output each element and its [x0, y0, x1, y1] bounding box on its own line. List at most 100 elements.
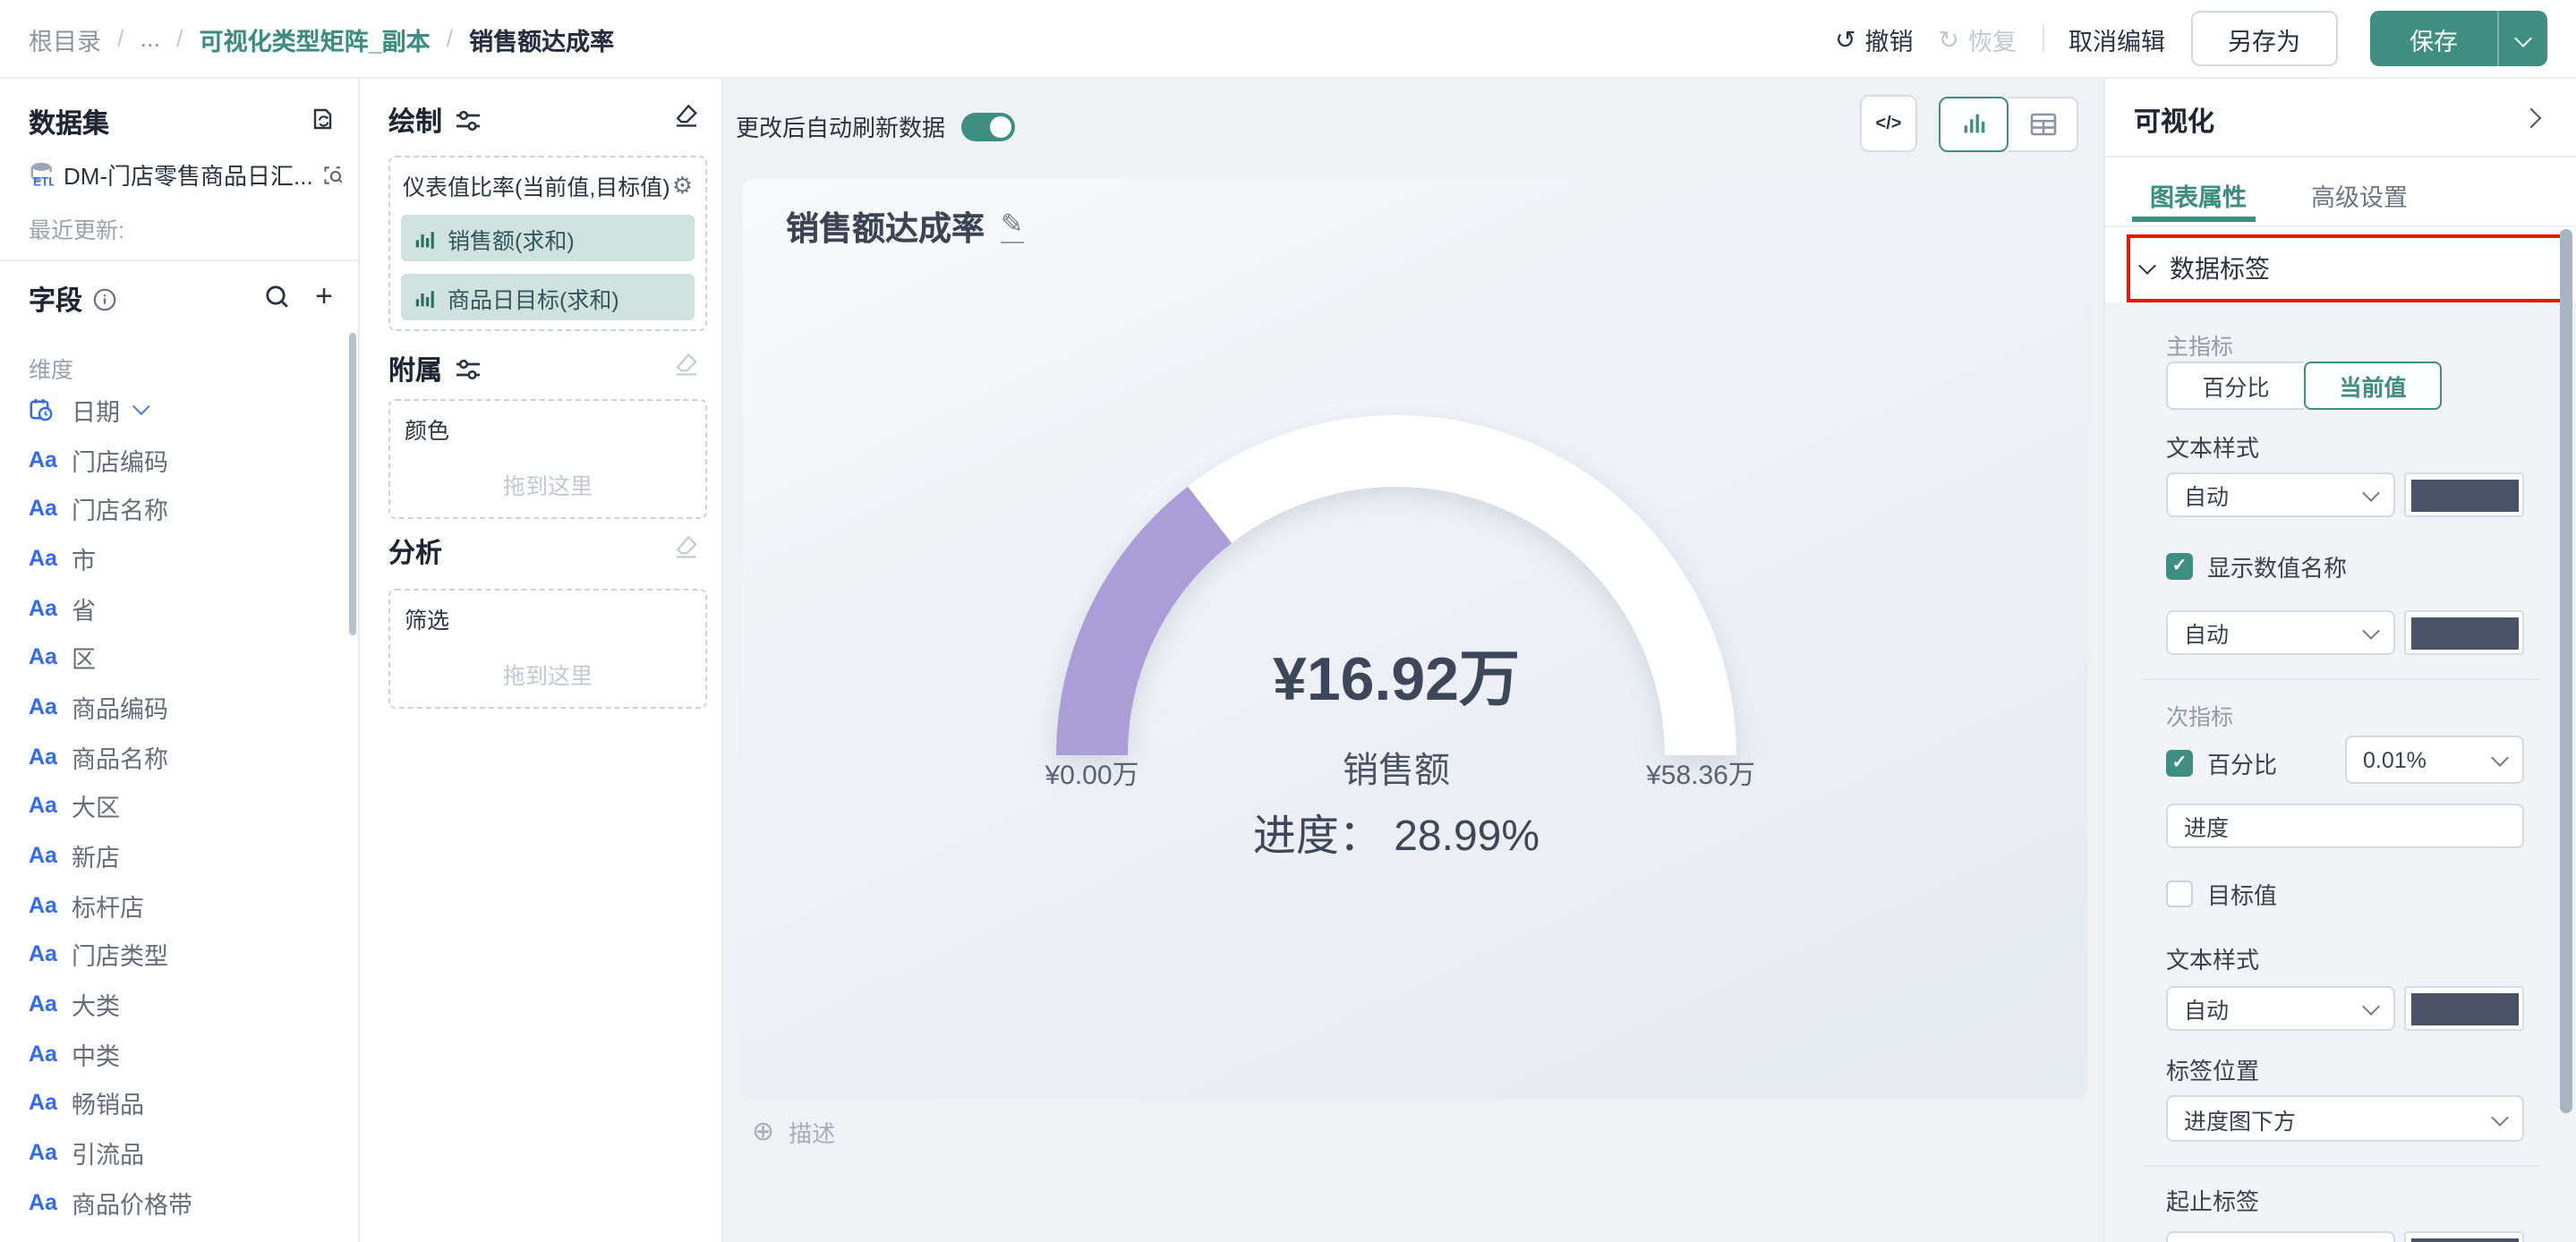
- tab-advanced-settings[interactable]: 高级设置: [2311, 177, 2408, 213]
- text-field-icon: Aa: [29, 1042, 72, 1067]
- attach-header: 附属: [388, 351, 482, 388]
- field-item[interactable]: Aa 门店名称: [18, 484, 344, 533]
- chevron-down-icon[interactable]: [132, 398, 150, 416]
- save-dropdown-button[interactable]: [2499, 11, 2547, 66]
- metric-slot[interactable]: 仪表值比率(当前值,目标值) ⚙ 销售额(求和) 商品日目标(求和): [388, 156, 707, 331]
- bar-chart-icon: [1961, 111, 1986, 136]
- field-item[interactable]: Aa 门店编码: [18, 434, 344, 483]
- breadcrumb-parent[interactable]: 可视化类型矩阵_副本: [200, 21, 431, 56]
- breadcrumb-ellipsis[interactable]: ...: [141, 25, 161, 52]
- field-item[interactable]: Aa 门店类型: [18, 930, 344, 979]
- undo-button[interactable]: ↺ 撤销: [1835, 21, 1913, 56]
- text-style-label: 文本样式: [2166, 941, 2259, 975]
- description-row[interactable]: ⊕ 描述: [752, 1115, 835, 1149]
- checkbox-checked[interactable]: ✓: [2166, 553, 2193, 580]
- chart-card: 销售额达成率 ✎ ¥0.00万 ¥58.36万 ¥16.92万 销售额 进度： …: [743, 179, 2087, 1099]
- chart-title: 销售额达成率: [786, 204, 985, 251]
- edit-title-icon[interactable]: ✎: [1001, 211, 1023, 244]
- sliders-icon[interactable]: [455, 109, 482, 132]
- checkbox-unchecked[interactable]: [2166, 880, 2193, 907]
- clear-draw-icon[interactable]: [673, 102, 700, 129]
- text-field-icon: Aa: [29, 942, 72, 967]
- field-item[interactable]: Aa 区: [18, 633, 344, 682]
- font-select[interactable]: 自动: [2166, 986, 2395, 1031]
- dataset-item[interactable]: ETL DM-门店零售商品日汇...: [25, 157, 344, 191]
- field-item[interactable]: Aa 标杆店: [18, 880, 344, 930]
- field-item[interactable]: Aa 商品价格带: [18, 1178, 344, 1227]
- data-label-section-header[interactable]: 数据标签: [2127, 234, 2563, 302]
- font-select[interactable]: 自动: [2166, 610, 2395, 655]
- auto-refresh-row: 更改后自动刷新数据: [736, 109, 1015, 143]
- font-select[interactable]: 自动: [2166, 1231, 2395, 1242]
- gauge-max-label: ¥58.36万: [1593, 755, 1808, 793]
- filter-slot-label: 筛选: [405, 601, 449, 635]
- metric-slot-label: 仪表值比率(当前值,目标值): [403, 168, 670, 202]
- progress-name-input[interactable]: 进度: [2166, 804, 2524, 848]
- measure-pill[interactable]: 销售额(求和): [401, 215, 695, 261]
- undo-icon: ↺: [1835, 26, 1855, 51]
- collapse-panel-icon[interactable]: [2521, 108, 2542, 129]
- info-icon: [93, 288, 116, 311]
- draw-panel: 绘制 仪表值比率(当前值,目标值) ⚙ 销售额(求和): [360, 79, 723, 1242]
- font-select[interactable]: 自动: [2166, 472, 2395, 517]
- start-end-label: 起止标签: [2166, 1183, 2259, 1217]
- add-field-icon[interactable]: +: [315, 281, 333, 311]
- divider: [2042, 25, 2043, 52]
- gear-icon[interactable]: ⚙: [672, 174, 693, 197]
- color-swatch[interactable]: [2404, 610, 2524, 655]
- save-as-button[interactable]: 另存为: [2190, 11, 2338, 66]
- field-item[interactable]: Aa 畅销品: [18, 1078, 344, 1127]
- text-field-icon: Aa: [29, 645, 72, 670]
- color-slot[interactable]: 颜色 拖到这里: [388, 399, 707, 519]
- field-item[interactable]: Aa 大类: [18, 980, 344, 1029]
- option-percentage[interactable]: 百分比: [2166, 362, 2304, 410]
- field-item[interactable]: Aa 省: [18, 583, 344, 633]
- color-swatch[interactable]: [2404, 986, 2524, 1031]
- search-icon[interactable]: [265, 284, 290, 309]
- label-position-select[interactable]: 进度图下方: [2166, 1095, 2524, 1142]
- cancel-edit-button[interactable]: 取消编辑: [2068, 21, 2165, 56]
- percentage-label: 百分比: [2207, 746, 2277, 780]
- sliders-icon[interactable]: [455, 358, 482, 381]
- divider: [2105, 156, 2576, 157]
- field-item[interactable]: Aa 中类: [18, 1029, 344, 1078]
- clear-analysis-icon[interactable]: [673, 533, 700, 560]
- switch-dataset-icon[interactable]: [310, 106, 337, 132]
- table-view-button[interactable]: [2009, 96, 2078, 151]
- show-value-name-row: ✓ 显示数值名称: [2166, 549, 2347, 583]
- preview-dataset-icon[interactable]: [322, 162, 344, 187]
- checkbox-checked[interactable]: ✓: [2166, 750, 2193, 777]
- chart-canvas: 更改后自动刷新数据 </>: [723, 79, 2103, 1242]
- text-field-icon: Aa: [29, 496, 72, 521]
- text-field-icon: Aa: [29, 892, 72, 917]
- tab-chart-properties[interactable]: 图表属性: [2150, 177, 2247, 213]
- chevron-down-icon: [2138, 257, 2156, 275]
- field-item[interactable]: Aa 引流品: [18, 1128, 344, 1178]
- text-field-icon: Aa: [29, 843, 72, 868]
- save-button[interactable]: 保存: [2370, 11, 2547, 66]
- window-scrollbar[interactable]: [2560, 229, 2572, 1113]
- sidebar-scrollbar[interactable]: [349, 333, 356, 635]
- field-item[interactable]: Aa 日期: [18, 385, 344, 434]
- field-item[interactable]: Aa 新店: [18, 830, 344, 880]
- primary-metric-label: 主指标: [2166, 328, 2233, 362]
- filter-slot[interactable]: 筛选 拖到这里: [388, 589, 707, 709]
- breadcrumb-root[interactable]: 根目录: [29, 21, 101, 56]
- color-swatch[interactable]: [2404, 1231, 2524, 1242]
- auto-refresh-toggle[interactable]: [961, 112, 1015, 140]
- color-swatch[interactable]: [2404, 472, 2524, 517]
- field-item[interactable]: Aa 商品编码: [18, 682, 344, 731]
- option-current-value[interactable]: 当前值: [2304, 362, 2442, 410]
- precision-select[interactable]: 0.01%: [2345, 736, 2524, 784]
- chart-view-button[interactable]: [1939, 96, 2009, 151]
- redo-button[interactable]: ↻ 恢复: [1939, 21, 2017, 56]
- drop-here-hint: 拖到这里: [390, 657, 705, 691]
- measure-pill[interactable]: 商品日目标(求和): [401, 274, 695, 320]
- code-view-button[interactable]: </>: [1860, 95, 1917, 152]
- clear-attach-icon[interactable]: [673, 351, 700, 378]
- field-item[interactable]: Aa 大区: [18, 781, 344, 830]
- field-item[interactable]: Aa 市: [18, 533, 344, 583]
- field-item[interactable]: Aa 商品名称: [18, 732, 344, 781]
- chart-table-switcher: [1939, 96, 2078, 151]
- code-icon: </>: [1876, 114, 1902, 133]
